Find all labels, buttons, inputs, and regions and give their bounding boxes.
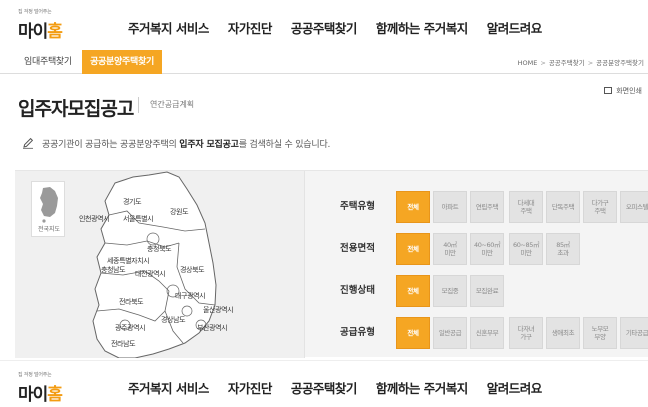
filter-chip-all[interactable]: 전체 (396, 317, 430, 349)
annual-plan-link[interactable]: 연간공급계획 (150, 99, 194, 110)
filter-chip[interactable]: 생애최초 (546, 317, 580, 349)
filter-chip[interactable]: 85㎡ 초과 (546, 233, 580, 265)
korea-mini-icon (40, 187, 58, 223)
print-label: 화면인쇄 (616, 87, 642, 95)
breadcrumb-separator-icon: > (587, 59, 594, 67)
nav-item-together-welfare[interactable]: 함께하는 주거복지 (376, 18, 468, 37)
page-title: 입주자모집공고 (18, 98, 134, 120)
description-pre: 공공기관이 공급하는 공공분양주택의 (42, 140, 180, 150)
filter-chip[interactable]: 다자녀 가구 (509, 317, 543, 349)
search-panel: 전국지도 경기도 인천광역시 서울특별시 강원도 충청북도 세종특별자치시 충청… (15, 170, 648, 358)
filter-label: 공급유형 (340, 327, 375, 338)
nav-item-public-housing[interactable]: 공공주택찾기 (291, 18, 358, 37)
region-gyeongnam[interactable]: 경상남도 (161, 315, 186, 325)
nav-item-notice[interactable]: 알려드려요 (487, 378, 543, 397)
logo-name-b: 홈 (47, 22, 63, 42)
region-chungbuk[interactable]: 충청북도 (147, 244, 172, 254)
nav-item-welfare-service[interactable]: 주거복지 서비스 (128, 18, 209, 37)
nav-item-notice[interactable]: 알려드려요 (487, 18, 543, 37)
filter-chip[interactable]: 단독주택 (546, 191, 580, 223)
filter-chip-all[interactable]: 전체 (396, 233, 430, 265)
page-description: 공공기관이 공급하는 공공분양주택의 입주자 모집공고를 검색하실 수 있습니다… (22, 137, 330, 150)
printer-icon (604, 87, 613, 94)
title-divider (138, 97, 139, 113)
region-ulsan[interactable]: 울산광역시 (203, 305, 234, 315)
region-gangwon[interactable]: 강원도 (170, 207, 189, 217)
region-map: 전국지도 경기도 인천광역시 서울특별시 강원도 충청북도 세종특별자치시 충청… (15, 171, 305, 358)
tab-public-sale-housing[interactable]: 공공분양주택찾기 (82, 50, 162, 74)
breadcrumb-public-housing[interactable]: 공공주택찾기 (549, 59, 585, 67)
filter-chip[interactable]: 모집중 (433, 275, 467, 307)
site-logo[interactable]: 집 걱정 덜어주는 마이홈 (18, 371, 80, 407)
filter-chip[interactable]: 40~60㎡ 미만 (470, 233, 504, 265)
breadcrumb: HOME > 공공주택찾기 > 공공분양주택찾기 (518, 57, 644, 67)
logo-name: 마이홈 (18, 17, 63, 42)
filter-label: 주택유형 (340, 201, 375, 212)
filter-chip[interactable]: 연립주택 (470, 191, 504, 223)
region-gyeongbuk[interactable]: 경상북도 (180, 265, 205, 275)
filter-chip[interactable]: 노부모 부양 (583, 317, 617, 349)
print-button[interactable]: 화면인쇄 (604, 86, 642, 96)
filter-chip[interactable]: 신혼부부 (470, 317, 504, 349)
filter-chip[interactable]: 다가구 주택 (583, 191, 617, 223)
site-header-sticky: 집 걱정 덜어주는 마이홈 주거복지 서비스 자가진단 공공주택찾기 함께하는 … (0, 360, 648, 407)
nav-item-welfare-service[interactable]: 주거복지 서비스 (128, 378, 209, 397)
region-jeonbuk[interactable]: 전라북도 (119, 297, 144, 307)
filter-chip[interactable]: 기타공급 (620, 317, 648, 349)
description-post: 를 검색하실 수 있습니다. (238, 140, 331, 150)
tab-rental-housing[interactable]: 임대주택찾기 (24, 50, 72, 74)
filter-chip-all[interactable]: 전체 (396, 191, 430, 223)
breadcrumb-home[interactable]: HOME (518, 59, 538, 67)
filter-chip[interactable]: 일반공급 (433, 317, 467, 349)
logo-name-b: 홈 (47, 385, 63, 405)
nav-item-self-diagnosis[interactable]: 자가진단 (228, 18, 273, 37)
logo-tagline: 집 걱정 덜어주는 (18, 9, 52, 15)
filter-chip-all[interactable]: 전체 (396, 275, 430, 307)
filter-chip[interactable]: 60~85㎡ 미만 (509, 233, 543, 265)
description-bold: 입주자 모집공고 (179, 140, 239, 150)
pencil-icon (23, 137, 34, 149)
region-chungnam[interactable]: 충청남도 (101, 265, 126, 275)
logo-tagline: 집 걱정 덜어주는 (18, 372, 52, 378)
region-gwangju[interactable]: 광주광역시 (115, 323, 146, 333)
main-nav: 주거복지 서비스 자가진단 공공주택찾기 함께하는 주거복지 알려드려요 (128, 378, 561, 397)
filter-label: 전용면적 (340, 243, 375, 254)
region-seoul[interactable]: 서울특별시 (123, 214, 154, 224)
filter-chip[interactable]: 오피스텔 (620, 191, 648, 223)
region-incheon[interactable]: 인천광역시 (79, 214, 110, 224)
filter-chip[interactable]: 모집완료 (470, 275, 504, 307)
mini-map-label: 전국지도 (37, 226, 61, 233)
breadcrumb-current[interactable]: 공공분양주택찾기 (596, 59, 644, 67)
filter-chip[interactable]: 아파트 (433, 191, 467, 223)
national-map-button[interactable]: 전국지도 (31, 181, 65, 237)
nav-item-public-housing[interactable]: 공공주택찾기 (291, 378, 358, 397)
region-jeonnam[interactable]: 전라남도 (111, 339, 136, 349)
region-gyeonggi[interactable]: 경기도 (123, 197, 142, 207)
logo-name-a: 마이 (18, 22, 48, 42)
site-logo[interactable]: 집 걱정 덜어주는 마이홈 (18, 8, 80, 44)
main-nav: 주거복지 서비스 자가진단 공공주택찾기 함께하는 주거복지 알려드려요 (128, 18, 561, 37)
logo-name-a: 마이 (18, 385, 48, 405)
filter-chip[interactable]: 다세대 주택 (509, 191, 543, 223)
logo-name: 마이홈 (18, 380, 63, 405)
nav-item-together-welfare[interactable]: 함께하는 주거복지 (376, 378, 468, 397)
filter-label: 진행상태 (340, 285, 375, 296)
site-header: 집 걱정 덜어주는 마이홈 주거복지 서비스 자가진단 공공주택찾기 함께하는 … (0, 0, 648, 50)
nav-item-self-diagnosis[interactable]: 자가진단 (228, 378, 273, 397)
breadcrumb-separator-icon: > (540, 59, 546, 67)
region-daejeon[interactable]: 대전광역시 (135, 269, 166, 279)
filter-chip[interactable]: 40㎡ 미만 (433, 233, 467, 265)
region-busan[interactable]: 부산광역시 (197, 323, 228, 333)
region-daegu[interactable]: 대구광역시 (175, 291, 206, 301)
